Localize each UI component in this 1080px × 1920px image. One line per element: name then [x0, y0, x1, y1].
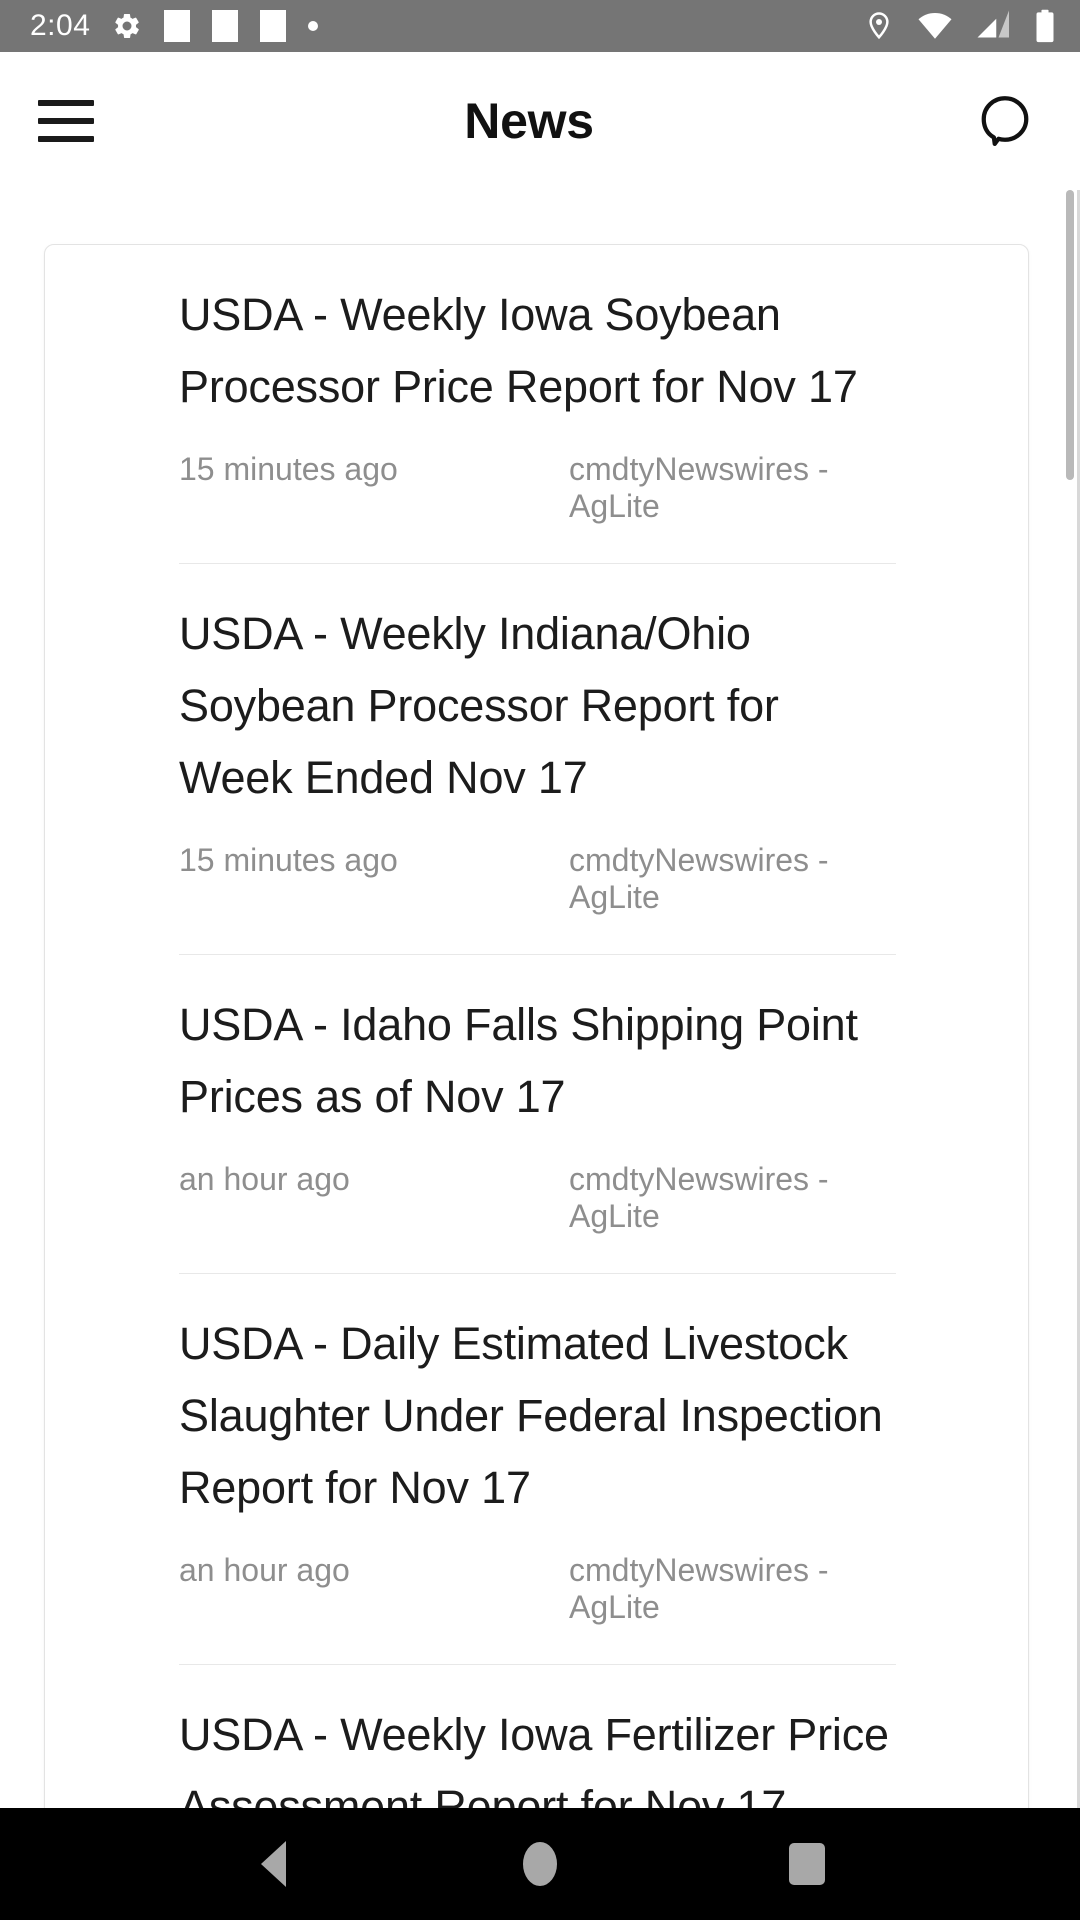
- news-headline: USDA - Weekly Indiana/Ohio Soybean Proce…: [179, 608, 779, 803]
- chat-bubble-icon[interactable]: [970, 86, 1040, 156]
- location-pin-icon: [864, 9, 894, 43]
- news-source: cmdtyNewswires - AgLite: [569, 1552, 829, 1625]
- list-item[interactable]: USDA - Daily Estimated Livestock Slaught…: [179, 1274, 896, 1665]
- phone-screen: 2:04 News USDA - Weekly Iowa Soybean Pro…: [0, 0, 1080, 1920]
- scrollbar-thumb[interactable]: [1066, 190, 1074, 480]
- home-circle-icon: [522, 1842, 557, 1886]
- list-item[interactable]: USDA - Weekly Iowa Soybean Processor Pri…: [179, 245, 896, 564]
- news-list-container[interactable]: USDA - Weekly Iowa Soybean Processor Pri…: [0, 190, 1080, 1808]
- battery-icon: [1034, 9, 1056, 43]
- status-bar-left: 2:04: [30, 10, 864, 42]
- hamburger-line: [38, 100, 94, 106]
- news-meta: 15 minutes ago cmdtyNewswires - AgLite: [179, 451, 896, 563]
- news-meta: an hour ago cmdtyNewswires - AgLite: [179, 1161, 896, 1273]
- news-meta: an hour ago cmdtyNewswires - AgLite: [179, 1552, 896, 1664]
- recents-square-icon: [788, 1843, 825, 1885]
- hamburger-line: [38, 118, 94, 124]
- back-button[interactable]: [213, 1808, 333, 1920]
- dot-icon: [308, 21, 319, 31]
- app-header: News: [0, 52, 1080, 190]
- list-item[interactable]: USDA - Weekly Iowa Fertilizer Price Asse…: [179, 1665, 896, 1808]
- news-meta: 15 minutes ago cmdtyNewswires - AgLite: [179, 842, 896, 954]
- status-bar-clock: 2:04: [30, 9, 91, 42]
- scrollbar[interactable]: [1066, 190, 1074, 1808]
- news-source: cmdtyNewswires - AgLite: [569, 842, 829, 915]
- status-bar-right: [864, 9, 1056, 44]
- placeholder-square-icon: [260, 10, 287, 42]
- list-item[interactable]: USDA - Idaho Falls Shipping Point Prices…: [179, 955, 896, 1274]
- news-headline: USDA - Weekly Iowa Soybean Processor Pri…: [179, 289, 858, 412]
- news-source: cmdtyNewswires - AgLite: [569, 451, 829, 524]
- news-headline: USDA - Idaho Falls Shipping Point Prices…: [179, 999, 858, 1122]
- news-source: cmdtyNewswires - AgLite: [569, 1161, 829, 1234]
- cellular-signal-icon: [976, 9, 1012, 44]
- news-card: USDA - Weekly Iowa Soybean Processor Pri…: [44, 244, 1029, 1808]
- page-title: News: [464, 93, 594, 149]
- android-navigation-bar: [0, 1808, 1080, 1920]
- news-timestamp: an hour ago: [179, 1161, 350, 1197]
- placeholder-square-icon: [212, 10, 239, 42]
- status-bar: 2:04: [0, 0, 1080, 52]
- recents-button[interactable]: [747, 1808, 867, 1920]
- list-item[interactable]: USDA - Weekly Indiana/Ohio Soybean Proce…: [179, 564, 896, 955]
- gear-icon: [112, 11, 142, 41]
- wifi-icon: [916, 11, 954, 41]
- hamburger-line: [38, 136, 94, 142]
- home-button[interactable]: [480, 1808, 600, 1920]
- news-headline: USDA - Daily Estimated Livestock Slaught…: [179, 1318, 883, 1513]
- placeholder-square-icon: [164, 10, 191, 42]
- news-timestamp: 15 minutes ago: [179, 451, 398, 487]
- news-headline: USDA - Weekly Iowa Fertilizer Price Asse…: [179, 1709, 889, 1808]
- news-timestamp: 15 minutes ago: [179, 842, 398, 878]
- news-timestamp: an hour ago: [179, 1552, 350, 1588]
- back-triangle-icon: [260, 1841, 286, 1887]
